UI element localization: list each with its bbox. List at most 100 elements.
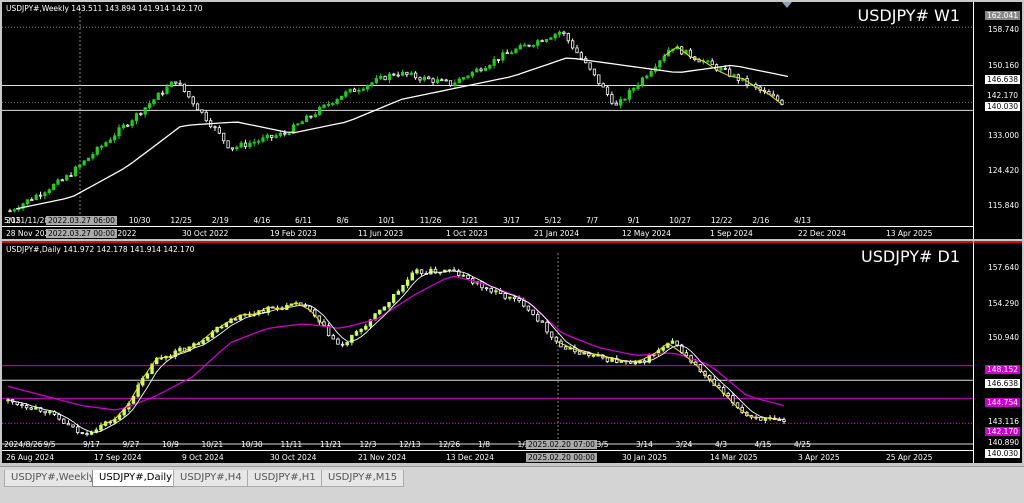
crosshair-time-tag: 2022.03.27 00:00	[46, 229, 117, 238]
candle-body	[139, 113, 143, 115]
candle-body	[270, 134, 274, 138]
candle-body	[461, 274, 466, 277]
candle-body	[344, 91, 348, 97]
daily-chart-panel[interactable]: USDJPY#,Daily 141.972 142.178 141.914 14…	[2, 241, 1022, 463]
candle-body	[206, 336, 210, 341]
candle-body	[623, 98, 627, 101]
candle-body	[261, 137, 265, 142]
x-axis-tick-label: 10/9	[162, 440, 179, 449]
candle-body	[313, 114, 317, 118]
price-tag: 142.170	[984, 427, 1020, 436]
tab-h4[interactable]: USDJPY#,H4	[173, 470, 249, 487]
candle-body	[348, 88, 352, 93]
x-axis-tick-label: 9/5	[43, 440, 56, 449]
candle-body	[414, 72, 418, 79]
candle-body	[86, 157, 91, 162]
y-tick-label: 157.640	[987, 263, 1019, 272]
candle-body	[418, 77, 422, 81]
candle-body	[161, 92, 165, 95]
daily-symbol-label: USDJPY# D1	[861, 247, 960, 266]
candle-body	[378, 309, 382, 315]
candle-body	[517, 298, 521, 301]
candle-body	[457, 78, 461, 84]
candle-body	[195, 103, 200, 111]
candle-body	[239, 142, 243, 148]
candle-body	[706, 60, 710, 63]
weekly-chart-panel[interactable]: USDJPY#,Weekly 143.511 143.894 141.914 1…	[2, 2, 1022, 239]
candle-body	[300, 121, 304, 125]
candle-body	[440, 79, 444, 82]
daily-chart-canvas[interactable]	[2, 241, 1022, 463]
candle-body	[710, 60, 714, 66]
candle-body	[483, 67, 488, 72]
candle-body	[56, 179, 60, 185]
tab-m15[interactable]: USDJPY#,M15	[321, 470, 405, 487]
candle-body	[303, 304, 308, 307]
candle-body	[278, 132, 283, 136]
candle-body	[728, 68, 732, 77]
candle-body	[633, 362, 638, 365]
crosshair-time-tag: 2022.03.27 06:00	[46, 216, 117, 225]
candle-body	[335, 99, 339, 104]
x-axis-date-label: 1 Oct 2023	[446, 229, 488, 238]
x-axis-date-label: 30 Oct 2022	[182, 229, 229, 238]
candle-body	[732, 74, 736, 77]
price-tag: 142.170	[986, 91, 1018, 100]
candle-body	[331, 103, 335, 105]
price-tag: 146.638	[984, 379, 1020, 388]
x-axis-tick-label: 12/26	[438, 440, 461, 449]
candle-body	[392, 73, 396, 76]
candle-body	[636, 84, 640, 89]
daily-time-axis[interactable]: 26 Aug 2024 17 Sep 2024 9 Oct 2024 30 Oct 2…	[2, 450, 974, 463]
candle-body	[771, 93, 775, 97]
candle-body	[217, 127, 221, 134]
x-axis-tick-label: 3/5	[596, 440, 609, 449]
candle-body	[43, 410, 47, 414]
candle-body	[147, 103, 152, 108]
candle-body	[178, 82, 182, 85]
candle-body	[387, 73, 392, 81]
x-axis-date-label: 3 Apr 2025	[798, 453, 840, 462]
weekly-price-axis[interactable]: 162.041 158.740 150.160 146.638 142.170 …	[973, 2, 1022, 239]
weekly-time-axis[interactable]: 28 Nov 202110 Jul 202230 Oct 202219 Feb …	[2, 226, 974, 239]
candle-body	[501, 52, 505, 61]
candle-body	[619, 99, 623, 106]
candle-body	[579, 52, 583, 59]
candle-body	[91, 154, 95, 159]
candle-body	[562, 31, 566, 34]
candle-body	[382, 306, 387, 311]
candle-body	[134, 113, 139, 122]
x-axis-date-label: 13 Dec 2024	[446, 453, 494, 462]
candle-body	[514, 48, 518, 54]
tab-h1[interactable]: USDJPY#,H1	[247, 470, 323, 487]
candle-body	[230, 147, 235, 150]
candle-body	[379, 75, 383, 79]
candle-body	[66, 422, 71, 426]
x-axis-tick-label: 6/11	[295, 216, 312, 225]
candle-body	[354, 331, 359, 336]
x-axis-tick-label: 11/11	[280, 440, 303, 449]
candle-body	[662, 55, 666, 62]
x-axis-tick-label: 9/17	[83, 440, 100, 449]
chart-shift-marker-icon[interactable]	[782, 2, 792, 8]
x-axis-tick-label: 2024/8/26	[4, 440, 43, 449]
candle-body	[261, 310, 266, 313]
candle-body	[614, 102, 618, 106]
y-tick-label: 133.000	[987, 131, 1019, 140]
candle-body	[453, 82, 457, 86]
x-axis-date-label: 30 Oct 2024	[270, 453, 317, 462]
candle-body	[76, 426, 80, 433]
x-axis-tick-label: 7/7	[586, 216, 599, 225]
candle-body	[479, 68, 483, 72]
tab-weekly[interactable]: USDJPY#,Weekly	[4, 470, 102, 487]
price-tag: 140.030	[984, 449, 1020, 458]
candle-body	[71, 424, 75, 428]
candle-body	[108, 139, 112, 143]
weekly-chart-canvas[interactable]	[2, 2, 1022, 239]
daily-price-axis[interactable]: 157.640 154.290 150.940 147.590 148.152 …	[973, 241, 1022, 463]
candle-body	[545, 321, 549, 333]
x-axis-date-label: 9 Oct 2024	[182, 453, 224, 462]
x-axis-date-label: 1 Sep 2024	[710, 229, 753, 238]
candle-body	[605, 357, 610, 362]
tab-daily[interactable]: USDJPY#,Daily	[92, 470, 180, 487]
